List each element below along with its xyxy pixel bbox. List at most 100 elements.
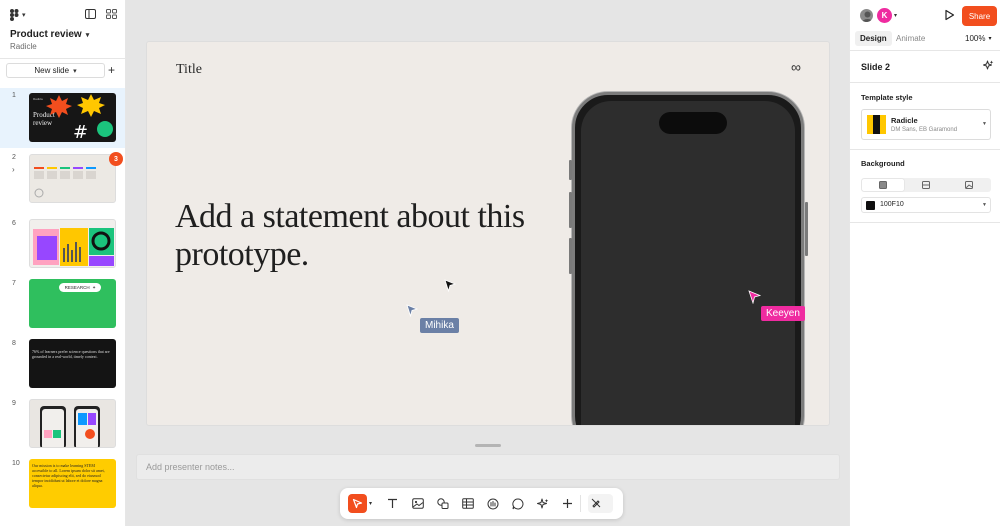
avatar[interactable] bbox=[859, 8, 874, 23]
dev-mode-toggle[interactable] bbox=[588, 494, 613, 513]
template-swatch bbox=[867, 115, 886, 134]
shapes-icon bbox=[436, 498, 448, 509]
divider bbox=[0, 58, 125, 59]
plus-icon bbox=[563, 499, 572, 508]
new-slide-button[interactable]: New slide ▾ bbox=[6, 63, 105, 78]
phone-side-button bbox=[569, 160, 572, 180]
move-tool-button[interactable] bbox=[348, 494, 367, 513]
collaborator-cursor-icon bbox=[406, 304, 418, 317]
image-fill-option[interactable] bbox=[948, 179, 990, 191]
slide-thumbnail bbox=[29, 154, 116, 203]
cursor-icon bbox=[444, 279, 456, 292]
divider bbox=[850, 50, 1000, 51]
dynamic-island bbox=[659, 112, 727, 134]
slide-title[interactable]: Title bbox=[176, 62, 202, 78]
research-pill: RESEARCH + bbox=[59, 283, 101, 292]
user-photo-icon bbox=[862, 11, 873, 22]
share-button[interactable]: Share bbox=[962, 6, 997, 26]
properties-panel: K ▾ Share Design Animate 100% ▾ Slide 2 … bbox=[849, 0, 1000, 526]
comment-icon bbox=[511, 497, 523, 509]
chevron-down-icon: ▾ bbox=[22, 12, 26, 19]
cursor-arrow-icon bbox=[352, 498, 363, 509]
sparkle-icon[interactable] bbox=[983, 60, 994, 71]
divider bbox=[850, 222, 1000, 223]
chevron-down-icon: ▾ bbox=[85, 31, 90, 39]
slide-item-1[interactable]: 1 Radicle Product review # bbox=[0, 88, 125, 148]
tab-design[interactable]: Design bbox=[855, 31, 892, 46]
starburst-graphic: # bbox=[46, 94, 113, 142]
tab-animate[interactable]: Animate bbox=[891, 31, 930, 46]
infinity-logo-icon: ∞ bbox=[791, 59, 801, 75]
thumb-graphic bbox=[33, 228, 114, 266]
slide-thumbnail: RESEARCH + bbox=[29, 279, 116, 328]
slide-item-9[interactable]: 9 bbox=[0, 396, 125, 452]
grid-view-icon[interactable] bbox=[106, 9, 117, 19]
toolbar-divider bbox=[580, 495, 581, 512]
slide-canvas[interactable]: Title ∞ Add a statement about this proto… bbox=[146, 41, 830, 426]
table-tool-button[interactable] bbox=[458, 494, 477, 513]
gradient-fill-icon bbox=[922, 181, 930, 189]
play-icon[interactable] bbox=[944, 9, 955, 21]
add-slide-icon[interactable]: + bbox=[108, 63, 115, 78]
comment-tool-button[interactable] bbox=[508, 494, 527, 513]
background-label: Background bbox=[861, 159, 905, 168]
slide-item-2[interactable]: 2 › bbox=[0, 150, 125, 210]
comment-count-badge[interactable]: 3 bbox=[109, 152, 123, 166]
slide-item-7[interactable]: 7 RESEARCH + bbox=[0, 276, 125, 332]
slide-thumbnail: 76% of learners prefer science questions… bbox=[29, 339, 116, 388]
file-title[interactable]: Product review ▾ bbox=[10, 29, 89, 40]
chevron-right-icon[interactable]: › bbox=[12, 165, 15, 174]
notes-resize-handle[interactable] bbox=[475, 444, 501, 447]
slide-thumbnail: Radicle Product review # bbox=[29, 93, 116, 142]
phone-side-button bbox=[569, 238, 572, 274]
shape-tool-button[interactable] bbox=[433, 494, 452, 513]
thumb-graphic bbox=[40, 406, 100, 447]
background-color-dropdown[interactable]: 100F10 ▼ bbox=[861, 197, 991, 213]
chevron-down-icon: ▼ bbox=[982, 202, 987, 208]
slide-item-8[interactable]: 8 76% of learners prefer science questio… bbox=[0, 336, 125, 392]
ai-tool-button[interactable] bbox=[533, 494, 552, 513]
image-icon bbox=[411, 498, 424, 509]
slide-statement[interactable]: Add a statement about this prototype. bbox=[175, 198, 535, 274]
chevron-down-icon[interactable]: ▾ bbox=[369, 500, 372, 507]
sparkle-icon bbox=[536, 498, 548, 508]
gradient-fill-option[interactable] bbox=[905, 179, 947, 191]
canvas[interactable]: Title ∞ Add a statement about this proto… bbox=[126, 0, 849, 526]
template-style-dropdown[interactable]: Radicle DM Sans, EB Garamond ▼ bbox=[861, 109, 991, 140]
background-type-segmented bbox=[861, 178, 991, 192]
collaborator-label-mihika: Mihika bbox=[420, 318, 459, 333]
phone-side-button bbox=[805, 202, 808, 256]
phone-screen bbox=[581, 101, 795, 425]
template-style-label: Template style bbox=[861, 93, 913, 102]
slide-thumbnail: Our mission is to make learning STEM acc… bbox=[29, 459, 116, 508]
collaborator-cursor-icon bbox=[748, 290, 761, 304]
slide-item-10[interactable]: 10 Our mission is to make learning STEM … bbox=[0, 456, 125, 514]
divider bbox=[850, 82, 1000, 83]
slide-thumbnail bbox=[29, 219, 116, 268]
add-tool-button[interactable] bbox=[558, 494, 577, 513]
chevron-down-icon: ▾ bbox=[73, 67, 77, 75]
main-menu[interactable]: ▾ bbox=[10, 9, 26, 21]
solid-fill-option[interactable] bbox=[862, 179, 904, 191]
table-icon bbox=[461, 498, 474, 509]
avatar[interactable]: K bbox=[877, 8, 892, 23]
text-tool-button[interactable] bbox=[383, 494, 402, 513]
pen-slash-icon bbox=[591, 498, 601, 508]
zoom-dropdown[interactable]: 100% ▾ bbox=[965, 34, 991, 43]
text-icon bbox=[388, 498, 397, 508]
single-view-icon[interactable] bbox=[85, 9, 96, 19]
chevron-down-icon: ▼ bbox=[982, 121, 987, 127]
phone-mockup[interactable] bbox=[572, 92, 804, 425]
solid-fill-icon bbox=[879, 181, 887, 189]
presenter-notes-input[interactable]: Add presenter notes... bbox=[136, 454, 840, 480]
bottom-toolbar: ▾ bbox=[340, 488, 623, 519]
image-tool-button[interactable] bbox=[408, 494, 427, 513]
hand-stamp-icon bbox=[487, 498, 498, 509]
slide-thumbnail bbox=[29, 399, 116, 448]
chevron-down-icon[interactable]: ▾ bbox=[894, 12, 897, 19]
slide-item-6[interactable]: 6 bbox=[0, 216, 125, 272]
stamp-tool-button[interactable] bbox=[483, 494, 502, 513]
color-swatch bbox=[866, 201, 875, 210]
chevron-down-icon: ▾ bbox=[988, 36, 992, 42]
divider bbox=[850, 149, 1000, 150]
